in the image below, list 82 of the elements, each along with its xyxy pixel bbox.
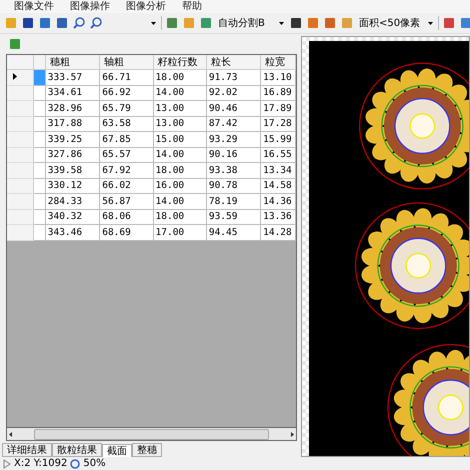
scrollbar-thumb[interactable] bbox=[34, 428, 270, 440]
table-cell: 78.19 bbox=[206, 194, 261, 209]
table-cell: 66.02 bbox=[100, 178, 154, 194]
table-cell: 15.99 bbox=[260, 132, 296, 147]
menu-item[interactable]: 图像文件 bbox=[6, 0, 62, 13]
column-header[interactable]: 穗粗 bbox=[45, 55, 100, 70]
zoom-icon bbox=[70, 458, 80, 468]
caret-icon[interactable] bbox=[151, 22, 156, 24]
table-cell: 66.92 bbox=[100, 85, 154, 100]
table-cell: 93.38 bbox=[206, 162, 261, 178]
table-cell: 330.12 bbox=[45, 178, 100, 194]
tab[interactable]: 散粒结果 bbox=[52, 443, 102, 457]
table-cell: 334.61 bbox=[45, 85, 100, 100]
table-cell: 13.00 bbox=[153, 116, 206, 132]
table-cell: 327.86 bbox=[45, 147, 100, 162]
table-cell: 17.89 bbox=[260, 100, 296, 116]
table-cell: 90.46 bbox=[206, 100, 261, 116]
table-cell: 18.00 bbox=[153, 162, 206, 178]
zoom-level-text: 50% bbox=[83, 458, 106, 469]
table-cell: 68.69 bbox=[100, 224, 154, 240]
table-cell: 284.33 bbox=[45, 194, 100, 209]
table-cell: 13.00 bbox=[153, 100, 206, 116]
table-cell: 17.28 bbox=[260, 116, 296, 132]
menu-item[interactable]: 图像分析 bbox=[118, 0, 174, 13]
tab[interactable]: 整穗 bbox=[132, 443, 162, 457]
table-cell: 87.42 bbox=[206, 116, 261, 132]
table-cell: 13.10 bbox=[260, 70, 296, 85]
column-header[interactable]: 粒宽 bbox=[260, 55, 296, 70]
menu-item[interactable]: 图像操作 bbox=[62, 0, 118, 13]
dropdown[interactable]: 自动分割B bbox=[216, 16, 286, 30]
table-cell: 16.00 bbox=[153, 178, 206, 194]
table-cell: 90.78 bbox=[206, 178, 261, 194]
column-header[interactable]: 粒长 bbox=[206, 55, 261, 70]
table-cell: 317.88 bbox=[45, 116, 100, 132]
table-cell: 63.58 bbox=[100, 116, 154, 132]
scroll-left-icon[interactable] bbox=[9, 432, 12, 436]
table-cell: 328.96 bbox=[45, 100, 100, 116]
table-cell: 67.85 bbox=[100, 132, 154, 147]
caret-icon[interactable] bbox=[279, 22, 284, 24]
table-cell: 16.55 bbox=[260, 147, 296, 162]
table-cell: 90.16 bbox=[206, 147, 261, 162]
table-cell: 17.00 bbox=[153, 224, 206, 240]
table-cell: 15.00 bbox=[153, 132, 206, 147]
table-cell: 92.02 bbox=[206, 85, 261, 100]
table-cell: 333.57 bbox=[45, 70, 100, 85]
table-cell: 67.92 bbox=[100, 162, 154, 178]
menu-item[interactable]: 帮助 bbox=[174, 0, 210, 13]
table-cell: 14.00 bbox=[153, 85, 206, 100]
table-cell: 339.25 bbox=[45, 132, 100, 147]
table-cell: 91.73 bbox=[206, 70, 261, 85]
dropdown[interactable]: 面积<50像素 bbox=[357, 16, 435, 30]
table-cell: 93.29 bbox=[206, 132, 261, 147]
tab[interactable]: 详细结果 bbox=[2, 443, 52, 457]
table-cell: 14.28 bbox=[260, 224, 296, 240]
column-header[interactable]: 轴粗 bbox=[100, 55, 154, 70]
table-cell: 339.58 bbox=[45, 162, 100, 178]
zoom-in-icon[interactable] bbox=[72, 16, 86, 30]
table-cell: 14.00 bbox=[153, 147, 206, 162]
table-cell: 93.59 bbox=[206, 209, 261, 224]
coordinates-text: X:2 Y:1092 bbox=[14, 458, 68, 469]
table-cell: 18.00 bbox=[153, 209, 206, 224]
table-cell: 13.36 bbox=[260, 209, 296, 224]
table-cell: 16.89 bbox=[260, 85, 296, 100]
caret-icon[interactable] bbox=[428, 22, 433, 24]
scroll-right-icon[interactable] bbox=[291, 432, 294, 436]
table-cell: 14.36 bbox=[260, 194, 296, 209]
table-cell: 68.06 bbox=[100, 209, 154, 224]
table-cell: 14.00 bbox=[153, 194, 206, 209]
table-cell: 65.57 bbox=[100, 147, 154, 162]
table-cell: 13.34 bbox=[260, 162, 296, 178]
table-cell: 343.46 bbox=[45, 224, 100, 240]
table-cell: 14.58 bbox=[260, 178, 296, 194]
table-cell: 94.45 bbox=[206, 224, 261, 240]
tab[interactable]: 截面 bbox=[102, 444, 132, 457]
zoom-out-icon[interactable] bbox=[89, 16, 103, 30]
column-header[interactable]: 籽粒行数 bbox=[153, 55, 206, 70]
table-cell: 65.79 bbox=[100, 100, 154, 116]
pointer-icon bbox=[3, 458, 11, 468]
table-cell: 66.71 bbox=[100, 70, 154, 85]
table-cell: 56.87 bbox=[100, 194, 154, 209]
table-cell: 18.00 bbox=[153, 70, 206, 85]
table-cell: 340.32 bbox=[45, 209, 100, 224]
